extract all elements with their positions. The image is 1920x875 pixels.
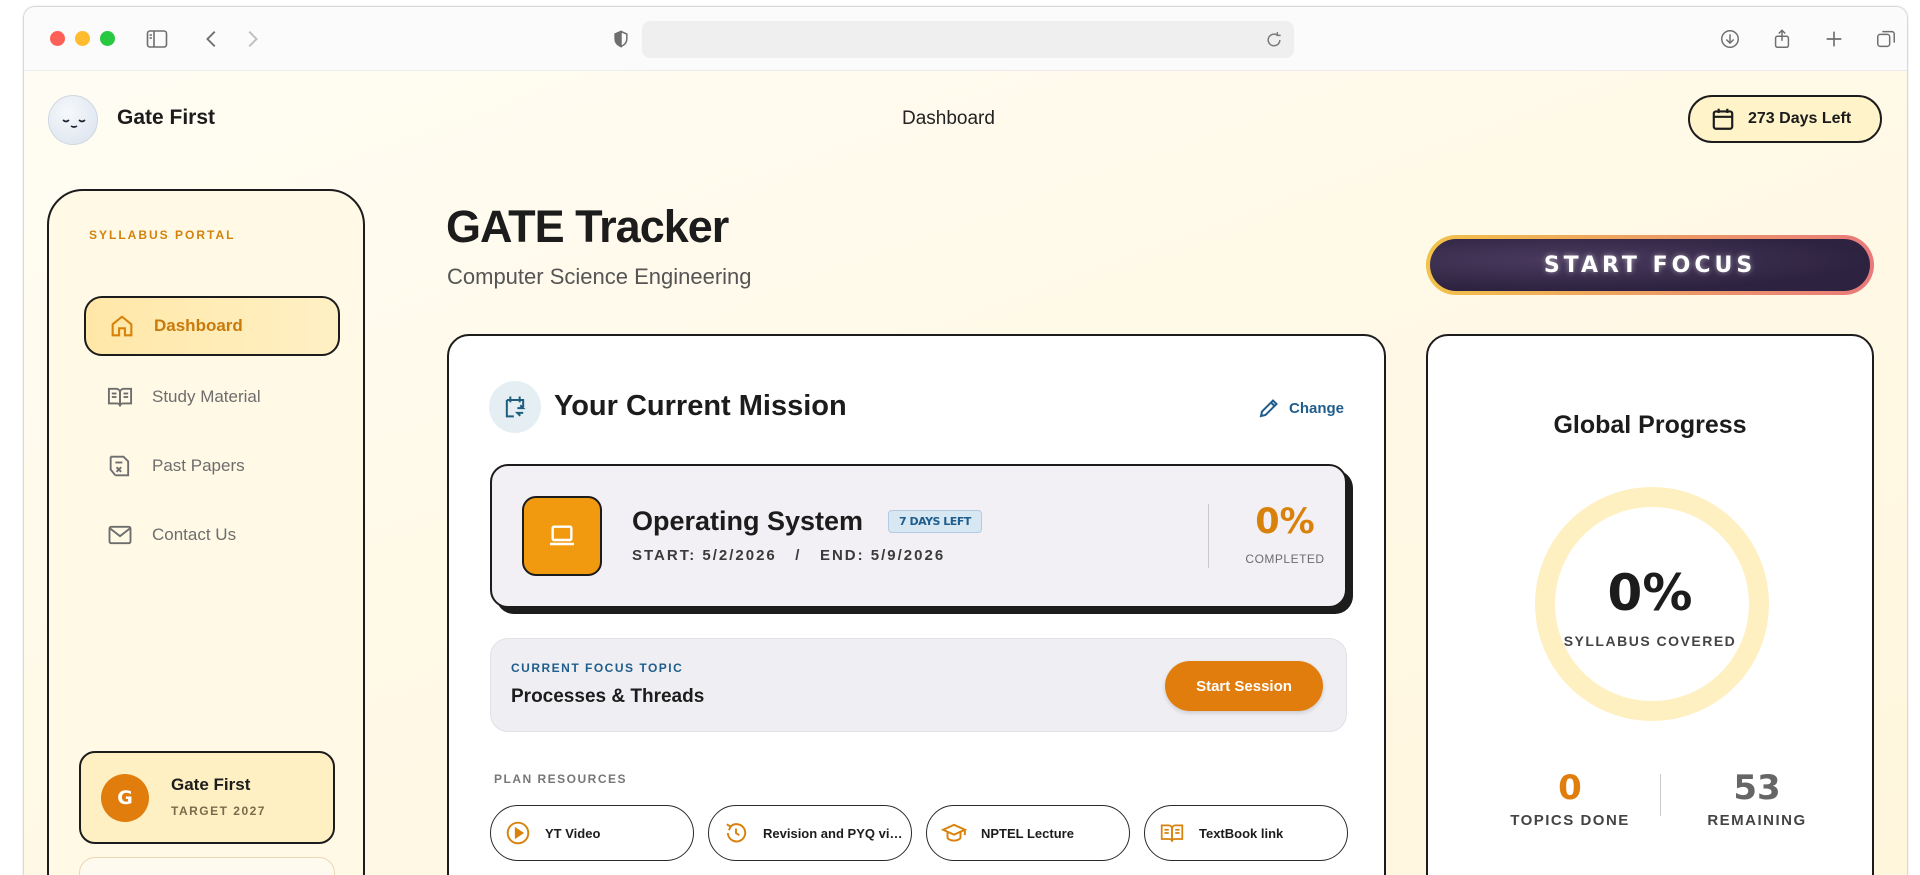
days-left-tag: 7 DAYS LEFT [888,510,982,533]
resource-label: YT Video [545,825,601,841]
topics-done-label: TOPICS DONE [1510,812,1630,829]
topics-done-stat: 0 TOPICS DONE [1490,768,1650,829]
start-focus-label: START FOCUS [1430,239,1870,291]
resource-label: Revision and PYQ vid... [763,825,903,841]
page-title: GATE Tracker [446,201,729,252]
papers-icon [109,455,130,477]
sidebar-item-label: Dashboard [154,316,243,335]
sidebar-item-label: Contact Us [152,525,237,544]
resource-textbook-link[interactable]: TextBook link [1144,805,1348,861]
syllabus-percent: 0% [1607,564,1693,622]
share-icon[interactable] [1770,27,1794,51]
maximize-window-button[interactable] [100,31,115,46]
sidebar-item-label: Study Material [152,387,261,406]
brand-name[interactable]: Gate First [117,106,215,130]
sidebar: SYLLABUS PORTAL Dashboard Study Material… [47,189,365,875]
laptop-icon [522,496,602,576]
change-mission-button[interactable]: Change [1257,396,1344,420]
reload-icon[interactable] [1264,30,1284,50]
sidebar-toggle-icon[interactable] [145,27,169,51]
sidebar-item-contact-us[interactable]: Contact Us [84,505,340,565]
divider [1208,504,1209,568]
browser-window: Gate First Dashboard 273 Days Left SYLLA… [23,6,1908,875]
graduation-cap-icon [941,823,967,842]
mission-title: Your Current Mission [554,390,847,422]
days-left-text: 273 Days Left [1748,110,1852,127]
user-profile-card[interactable]: G Gate First TARGET 2027 [79,751,335,844]
back-icon[interactable] [200,27,224,51]
new-tab-icon[interactable] [1822,27,1846,51]
resource-label: NPTEL Lecture [981,825,1074,841]
remaining-label: REMAINING [1707,812,1807,829]
user-name: Gate First [171,775,251,794]
pencil-icon [1259,399,1278,418]
days-left-badge[interactable]: 273 Days Left [1688,95,1882,143]
book-icon [107,387,133,407]
topics-done-value: 0 [1558,768,1582,808]
mission-calendar-icon [489,381,541,433]
close-window-button[interactable] [50,31,65,46]
page-subtitle: Computer Science Engineering [447,264,752,289]
user-target: TARGET 2027 [171,804,266,818]
remaining-value: 53 [1733,768,1781,808]
subject-dates: START: 5/2/2026 / END: 5/9/2026 [632,547,946,564]
remaining-stat: 53 REMAINING [1677,768,1837,829]
subject-card[interactable]: Operating System 7 DAYS LEFT START: 5/2/… [490,464,1347,608]
subject-name: Operating System [632,506,864,536]
logo-icon[interactable] [48,95,98,145]
sidebar-section-label: SYLLABUS PORTAL [89,228,236,242]
resource-label: TextBook link [1199,825,1284,841]
shield-icon[interactable] [609,27,633,51]
subject-percent: 0% [1255,502,1315,542]
focus-topic-label: CURRENT FOCUS TOPIC [511,661,684,675]
start-focus-button[interactable]: START FOCUS [1426,235,1874,295]
current-mission-card: Your Current Mission Change Operating Sy… [447,334,1386,875]
play-icon [506,821,530,845]
sidebar-item-dashboard[interactable]: Dashboard [84,296,340,356]
resource-nptel-lecture[interactable]: NPTEL Lecture [926,805,1130,861]
global-progress-title: Global Progress [1553,411,1747,439]
calendar-icon [1712,108,1734,130]
resource-yt-video[interactable]: YT Video [490,805,694,861]
address-bar[interactable] [642,21,1294,58]
downloads-icon[interactable] [1718,27,1742,51]
resource-revision-pyq[interactable]: Revision and PYQ vid... [708,805,912,861]
sidebar-bottom-card[interactable] [79,857,335,875]
plan-resources-label: PLAN RESOURCES [494,772,628,786]
change-label: Change [1289,399,1345,417]
history-icon [726,823,747,843]
home-icon [111,315,133,337]
stat-divider [1660,774,1661,816]
current-focus-topic-box: CURRENT FOCUS TOPIC Processes & Threads … [490,638,1347,732]
sidebar-item-label: Past Papers [152,456,245,475]
mail-icon [108,525,132,545]
page-header-title: Dashboard [902,108,995,129]
app-header: Gate First Dashboard 273 Days Left [24,71,1907,163]
focus-topic-name: Processes & Threads [511,686,705,707]
forward-icon[interactable] [240,27,264,51]
syllabus-covered-label: SYLLABUS COVERED [1563,633,1737,649]
avatar: G [101,774,149,822]
open-book-icon [1160,824,1184,842]
start-session-button[interactable]: Start Session [1165,661,1323,711]
minimize-window-button[interactable] [75,31,90,46]
sidebar-item-past-papers[interactable]: Past Papers [84,436,340,496]
sidebar-item-study-material[interactable]: Study Material [84,367,340,427]
browser-toolbar [24,7,1907,71]
completed-label: COMPLETED [1245,552,1325,566]
tab-overview-icon[interactable] [1874,27,1898,51]
global-progress-card: Global Progress 0% SYLLABUS COVERED 0 TO… [1426,334,1874,875]
